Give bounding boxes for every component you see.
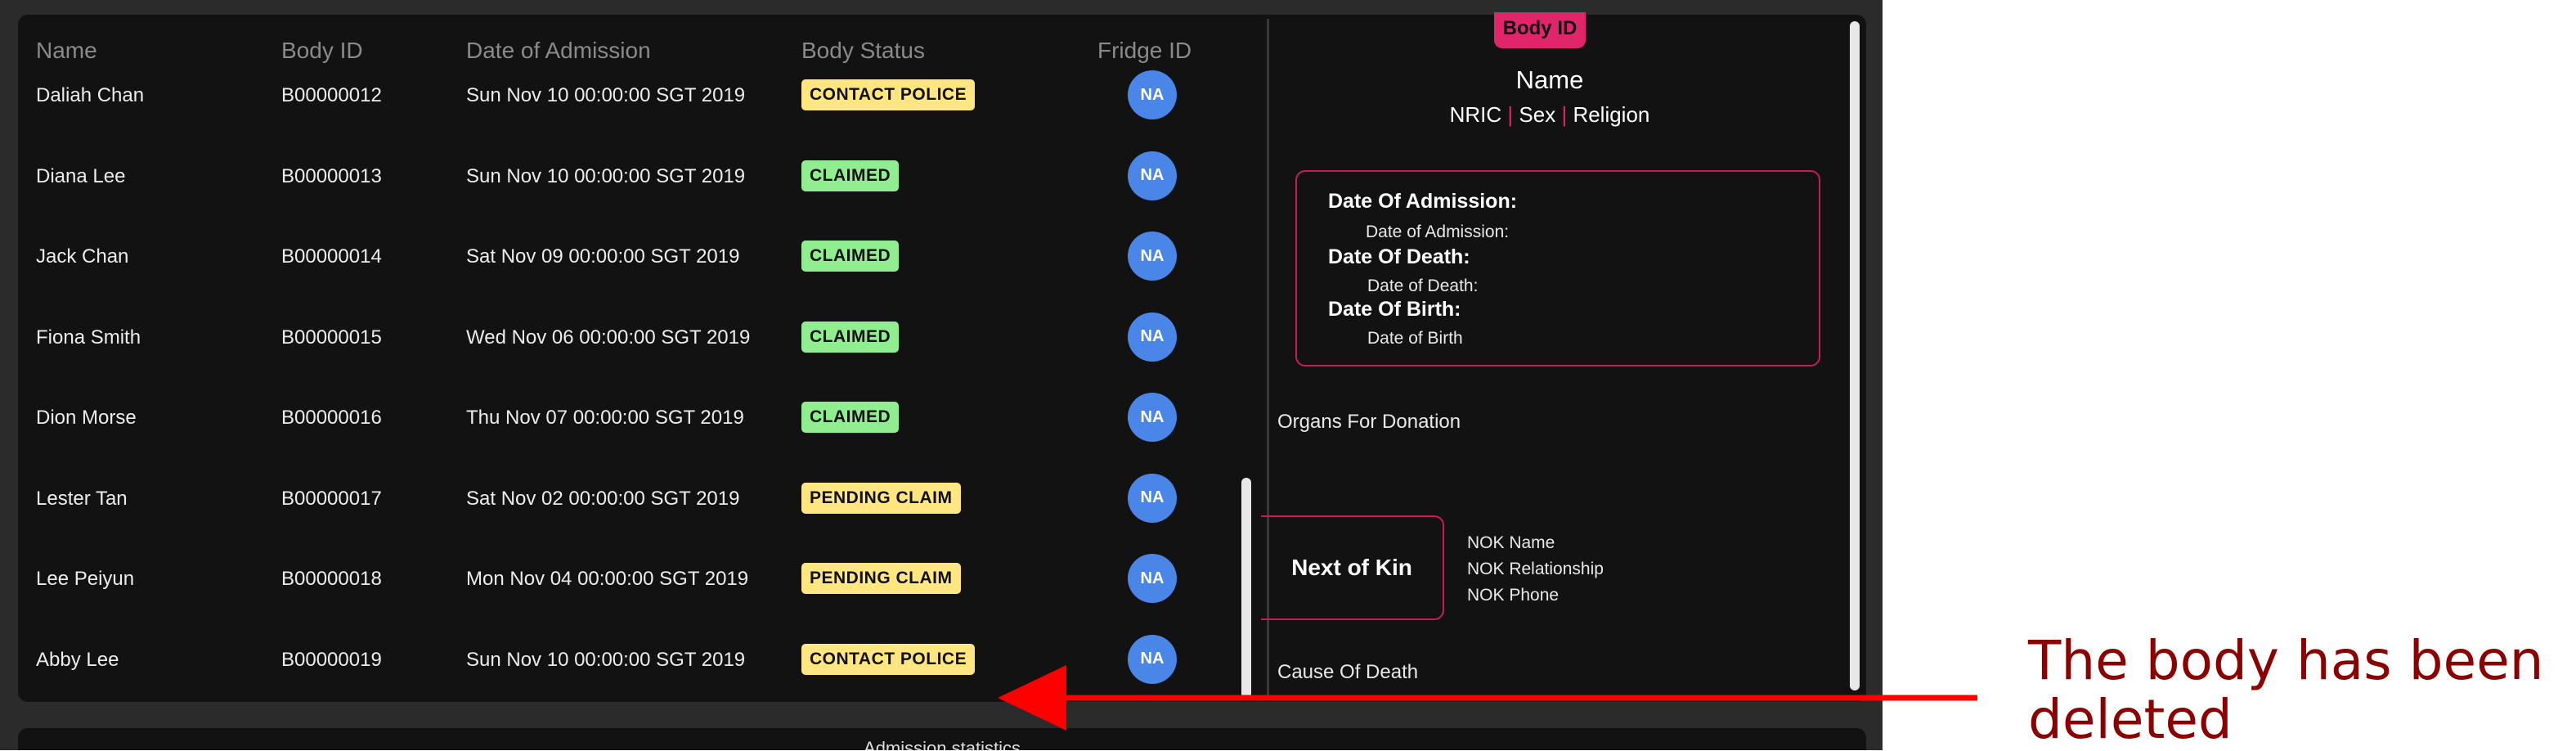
detail-nric: NRIC xyxy=(1449,102,1502,127)
table-row[interactable]: Dion Morse B00000016 Thu Nov 07 00:00:00 S… xyxy=(18,380,1236,461)
row-admission-date: Mon Nov 04 00:00:00 SGT 2019 xyxy=(466,568,749,590)
row-body-id: B00000017 xyxy=(281,487,382,510)
row-name: Jack Chan xyxy=(36,245,129,268)
row-admission-date: Sun Nov 10 00:00:00 SGT 2019 xyxy=(466,84,746,106)
status-badge: CLAIMED xyxy=(801,321,900,353)
row-name: Fiona Smith xyxy=(36,326,141,349)
row-body-id: B00000019 xyxy=(281,648,382,671)
nok-relationship: NOK Relationship xyxy=(1467,560,1604,578)
fridge-id-badge: NA xyxy=(1128,232,1177,281)
next-of-kin-card: Next of Kin xyxy=(1261,515,1444,620)
next-of-kin-title: Next of Kin xyxy=(1291,555,1412,580)
fridge-id-badge: NA xyxy=(1128,70,1177,119)
fridge-id-badge: NA xyxy=(1128,151,1177,200)
table-row[interactable]: Fiona Smith B00000015 Wed Nov 06 00:00:00 … xyxy=(18,300,1236,380)
row-name: Daliah Chan xyxy=(36,84,145,106)
detail-sex: Sex xyxy=(1519,102,1556,127)
row-admission-date: Sun Nov 10 00:00:00 SGT 2019 xyxy=(466,648,746,671)
fridge-id-badge: NA xyxy=(1128,554,1177,603)
row-body-id: B00000012 xyxy=(281,84,382,106)
annotation-line-2: deleted xyxy=(2028,688,2233,751)
annotation-line-1: The body has been xyxy=(2028,629,2544,692)
birth-date-label: Date Of Birth: xyxy=(1328,298,1461,321)
annotation-text: The body has been deleted xyxy=(2028,632,2544,749)
fridge-id-badge: NA xyxy=(1128,473,1177,523)
detail-name: Name xyxy=(1515,65,1584,94)
row-admission-date: Sat Nov 09 00:00:00 SGT 2019 xyxy=(466,245,740,268)
death-date-label: Date Of Death: xyxy=(1328,245,1470,268)
admission-statistics-title: Admission statistics xyxy=(864,738,1021,750)
annotation-arrow xyxy=(998,665,1977,731)
nok-name: NOK Name xyxy=(1467,533,1555,552)
table-row[interactable]: Lee Peiyun B00000018 Mon Nov 04 00:00:00 S… xyxy=(18,542,1236,622)
admission-date-value: Date of Admission: xyxy=(1366,223,1510,241)
detail-identity-line: NRIC | Sex | Religion xyxy=(1251,102,1848,128)
status-badge: CLAIMED xyxy=(801,402,900,433)
status-badge: CONTACT POLICE xyxy=(801,643,976,675)
death-date-value: Date of Death: xyxy=(1367,277,1479,295)
row-body-id: B00000016 xyxy=(281,407,382,429)
body-list: Name Body ID Date of Admission Body Stat… xyxy=(18,15,1251,702)
row-name: Diana Lee xyxy=(36,164,126,187)
body-id-badge: Body ID xyxy=(1494,12,1586,48)
nok-phone: NOK Phone xyxy=(1467,586,1560,605)
status-badge: PENDING CLAIM xyxy=(801,482,961,514)
table-row[interactable]: Jack Chan B00000014 Sat Nov 09 00:00:00 SG… xyxy=(18,219,1236,299)
dates-card: Date Of Admission: Date of Admission: Da… xyxy=(1295,170,1820,367)
row-name: Lester Tan xyxy=(36,487,128,510)
detail-religion: Religion xyxy=(1573,102,1650,127)
status-badge: CLAIMED xyxy=(801,241,900,272)
birth-date-value: Date of Birth xyxy=(1367,329,1463,348)
detail-scrollbar[interactable] xyxy=(1848,18,1861,697)
table-row[interactable]: Lester Tan B00000017 Sat Nov 02 00:00:00 S… xyxy=(18,461,1236,542)
fridge-id-badge: NA xyxy=(1128,393,1177,442)
row-name: Abby Lee xyxy=(36,648,119,671)
row-admission-date: Wed Nov 06 00:00:00 SGT 2019 xyxy=(466,326,751,349)
row-name: Dion Morse xyxy=(36,407,137,429)
row-body-id: B00000018 xyxy=(281,568,382,590)
row-body-id: B00000015 xyxy=(281,326,382,349)
row-admission-date: Thu Nov 07 00:00:00 SGT 2019 xyxy=(466,407,744,429)
status-badge: CLAIMED xyxy=(801,160,900,191)
mortago-app-window: Name Body ID Date of Admission Body Stat… xyxy=(0,0,1883,750)
detail-scrollbar-thumb[interactable] xyxy=(1850,21,1860,690)
status-badge: PENDING CLAIM xyxy=(801,563,961,594)
admission-date-label: Date Of Admission: xyxy=(1328,190,1518,213)
row-admission-date: Sat Nov 02 00:00:00 SGT 2019 xyxy=(466,487,740,510)
organs-for-donation: Organs For Donation xyxy=(1277,411,1461,433)
table-row[interactable]: Daliah Chan B00000012 Sun Nov 10 00:00:00 … xyxy=(18,58,1236,138)
separator: | xyxy=(1561,102,1568,127)
fridge-id-badge: NA xyxy=(1128,312,1177,362)
row-body-id: B00000013 xyxy=(281,164,382,187)
annotation-arrow-head xyxy=(998,665,1066,731)
table-row[interactable]: Diana Lee B00000013 Sun Nov 10 00:00:00 SG… xyxy=(18,139,1236,219)
status-badge: CONTACT POLICE xyxy=(801,79,976,110)
row-admission-date: Sun Nov 10 00:00:00 SGT 2019 xyxy=(466,164,746,187)
separator: | xyxy=(1507,102,1514,127)
row-body-id: B00000014 xyxy=(281,245,382,268)
row-name: Lee Peiyun xyxy=(36,568,135,590)
